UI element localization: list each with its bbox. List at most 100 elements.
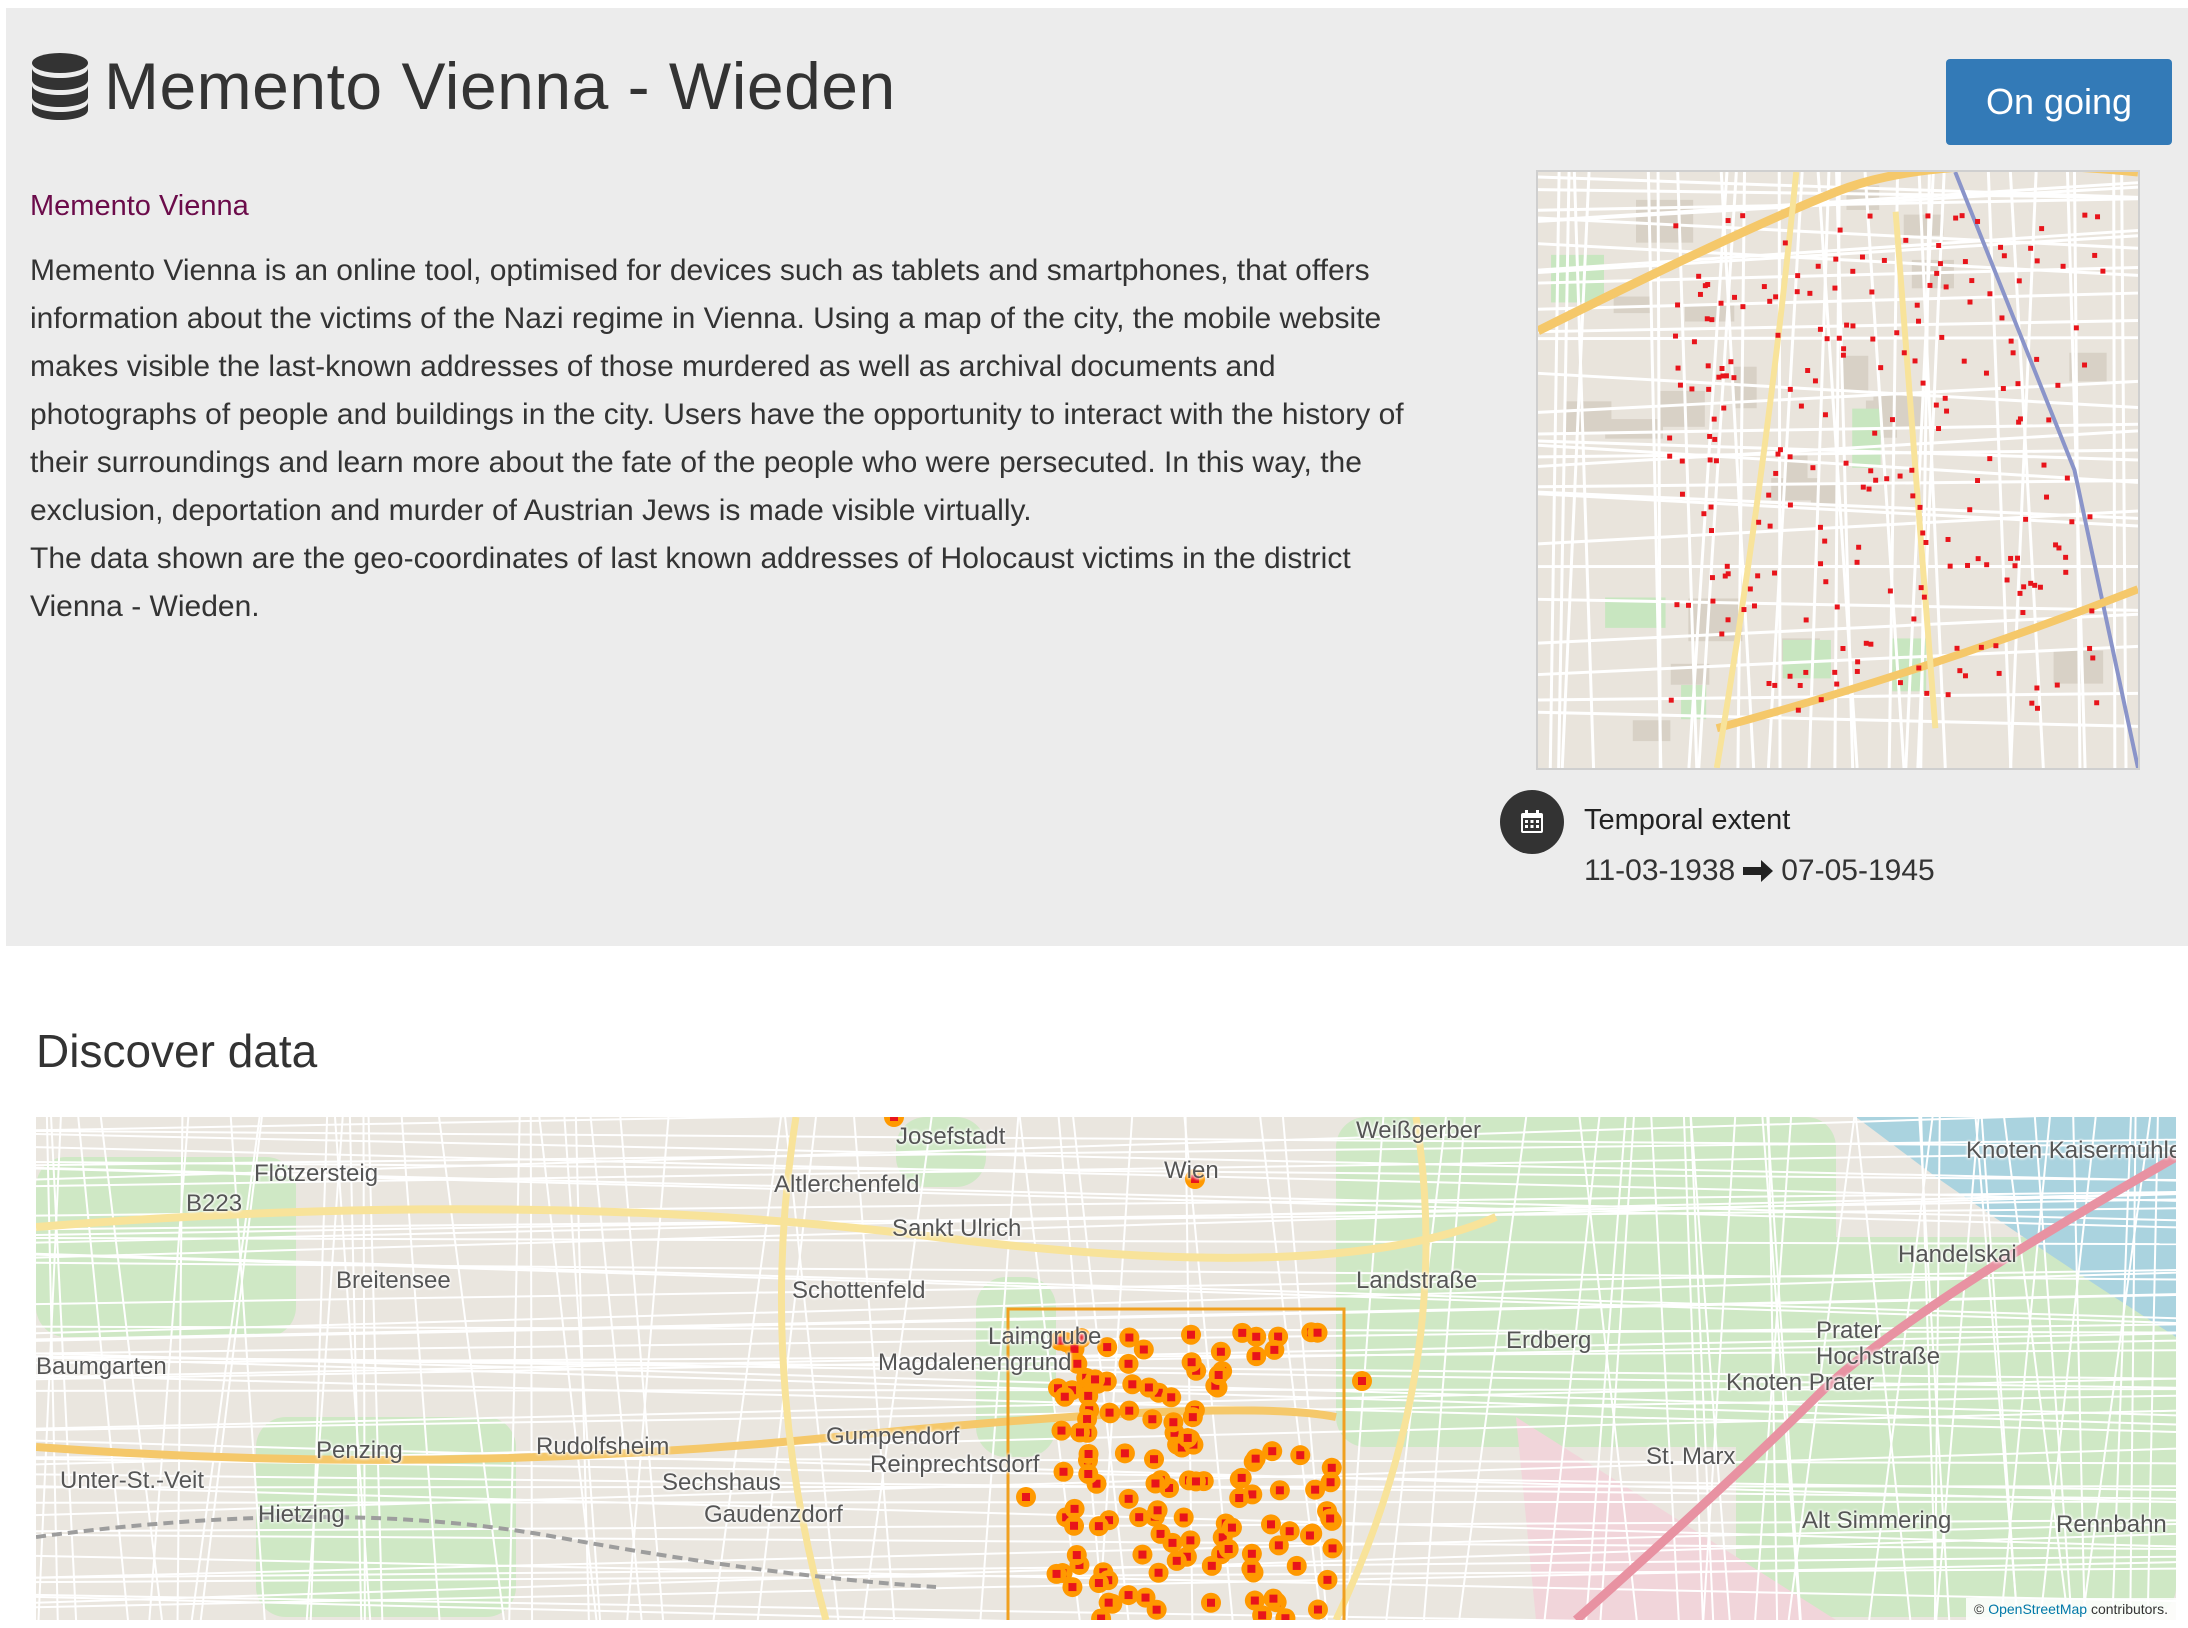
victim-address-marker-core [1172, 1556, 1181, 1565]
map-place-label: Penzing [316, 1437, 403, 1464]
map-place-label: Altlerchenfeld [774, 1171, 920, 1198]
victim-address-dot [1709, 528, 1714, 534]
calendar-icon [1500, 790, 1564, 854]
victim-address-marker-core [1153, 1506, 1162, 1515]
victim-address-dot [1787, 502, 1793, 508]
victim-address-dot [1917, 504, 1923, 510]
temporal-extent-range: 11-03-1938 07-05-1945 [1584, 854, 1935, 888]
victim-address-marker-core [1274, 1541, 1283, 1550]
victim-address-marker-core [1313, 1328, 1322, 1337]
victim-address-dot [1716, 374, 1722, 380]
victim-address-dot [1822, 538, 1828, 544]
description-paragraph: Memento Vienna is an online tool, optimi… [30, 254, 1404, 527]
victim-address-dot [1868, 468, 1874, 474]
victim-address-dot [1696, 273, 1702, 279]
status-button[interactable]: On going [1946, 59, 2172, 145]
victim-address-dot [1824, 336, 1830, 342]
victim-address-dot [1873, 477, 1879, 483]
map-place-label: Gumpendorf [826, 1423, 960, 1450]
victim-address-marker-core [1060, 1392, 1069, 1401]
victim-address-dot [1887, 588, 1893, 594]
victim-address-dot [1709, 575, 1715, 581]
victim-address-dot [2073, 325, 2079, 331]
victim-address-dot [1719, 366, 1725, 371]
victim-address-dot [1978, 644, 1984, 650]
victim-address-marker-core [1154, 1568, 1163, 1577]
victim-address-dot [1772, 570, 1778, 576]
map-place-label: Erdberg [1506, 1327, 1592, 1354]
victim-address-dot [1967, 507, 1973, 513]
discover-data-map[interactable]: Josefstadt Wien Weißgerber Altlerchenfeld Sa… [36, 1117, 2176, 1620]
victim-address-dot [2055, 382, 2061, 388]
victim-address-marker-core [1188, 1413, 1197, 1422]
victim-address-marker-core [1124, 1359, 1133, 1368]
victim-address-dot [1803, 617, 1809, 623]
victim-address-dot [2054, 682, 2060, 688]
victim-address-marker-core [1141, 1593, 1150, 1602]
victim-address-dot [1920, 380, 1926, 386]
victim-address-dot [1881, 257, 1887, 263]
victim-address-dot [1773, 294, 1779, 300]
source-link[interactable]: Memento Vienna [30, 190, 249, 223]
victim-address-dot [1914, 302, 1920, 308]
victim-address-marker-core [1072, 1551, 1081, 1560]
victim-address-dot [2082, 362, 2088, 368]
page-title: Memento Vienna - Wieden [104, 49, 896, 123]
victim-address-dot [1944, 408, 1950, 414]
victim-address-marker-core [1144, 1383, 1153, 1392]
victim-address-dot [1725, 218, 1731, 224]
victim-address-marker-core [1068, 1583, 1077, 1592]
victim-address-dot [1854, 668, 1860, 674]
victim-address-dot [1834, 604, 1840, 610]
openstreetmap-link[interactable]: OpenStreetMap [1988, 1601, 2087, 1617]
map-place-label: Knoten Kaisermühlen [1966, 1137, 2176, 1164]
map-place-label: Baumgarten [36, 1353, 167, 1380]
victim-address-marker-core [1252, 1332, 1261, 1341]
map-place-label: Wien [1164, 1157, 1219, 1184]
map-place-label: Schottenfeld [792, 1277, 926, 1304]
victim-address-marker-core [1252, 1352, 1261, 1361]
victim-address-dot [1731, 375, 1737, 381]
victim-address-marker-core [1094, 1522, 1103, 1531]
victim-address-dot [1818, 697, 1824, 703]
victim-address-marker-core [1247, 1564, 1256, 1573]
victim-address-dot [2020, 610, 2026, 616]
victim-address-marker-core [1313, 1605, 1322, 1614]
victim-address-marker-core [1128, 1380, 1137, 1389]
victim-address-dot [1675, 302, 1681, 308]
victim-address-dot [1866, 486, 1872, 492]
discover-data-heading: Discover data [36, 1025, 318, 1077]
victim-address-dot [1918, 585, 1924, 591]
victim-address-dot [2012, 563, 2018, 569]
victim-address-dot [1756, 519, 1762, 525]
victim-address-marker-core [1152, 1605, 1161, 1614]
victim-address-marker-core [1083, 1415, 1092, 1424]
victim-address-dot [2064, 475, 2070, 481]
victim-address-dot [2016, 419, 2022, 425]
victim-address-dot [2015, 555, 2021, 561]
victim-address-dot [1679, 491, 1685, 497]
victim-address-dot [1967, 299, 1973, 305]
victim-address-dot [1732, 294, 1738, 300]
victim-address-dot [1916, 318, 1921, 324]
victim-address-dot [1803, 669, 1809, 675]
victim-address-dot [1903, 237, 1909, 243]
map-place-label: Landstraße [1356, 1267, 1478, 1294]
victim-address-dot [1724, 563, 1730, 569]
victim-address-marker-core [1269, 1594, 1278, 1603]
victim-address-dot [1718, 300, 1724, 306]
victim-address-marker-core [1168, 1538, 1177, 1547]
database-icon [32, 53, 88, 120]
victim-address-dot [2034, 705, 2040, 711]
victim-address-dot [1942, 395, 1948, 401]
victim-address-dot [1945, 692, 1951, 698]
victim-address-marker-core [1326, 1478, 1335, 1487]
map-place-label: Hochstraße [1816, 1343, 1941, 1370]
victim-address-marker-core [1091, 1375, 1100, 1384]
victim-address-dot [1933, 402, 1939, 408]
victim-address-dot [1841, 346, 1847, 352]
victim-address-marker-core [1327, 1463, 1336, 1472]
victim-address-dot [1677, 382, 1683, 388]
victim-address-dot [1701, 511, 1707, 517]
victim-address-dot [1833, 256, 1839, 262]
